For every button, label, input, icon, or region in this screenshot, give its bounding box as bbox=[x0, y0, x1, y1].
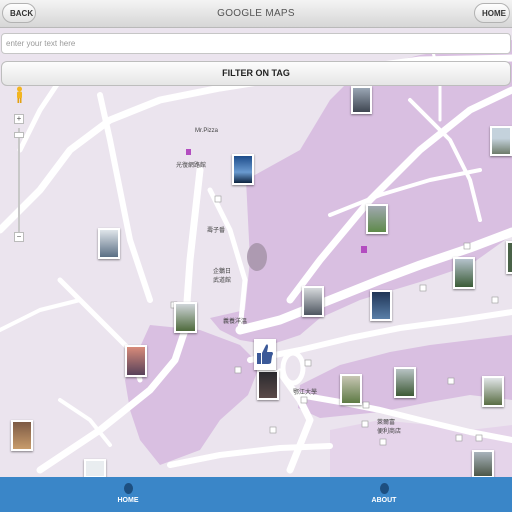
photo-marker[interactable] bbox=[302, 286, 324, 317]
photo-marker[interactable] bbox=[84, 459, 106, 478]
photo-marker[interactable] bbox=[506, 241, 512, 274]
pegman-icon[interactable] bbox=[15, 86, 24, 104]
home-tab-icon bbox=[123, 483, 133, 494]
photo-marker[interactable] bbox=[11, 420, 33, 451]
photo-marker[interactable] bbox=[490, 126, 512, 156]
tab-about[interactable]: ABOUT bbox=[354, 477, 414, 512]
photo-marker[interactable] bbox=[340, 374, 362, 405]
photo-marker[interactable] bbox=[482, 376, 504, 407]
photo-marker[interactable] bbox=[366, 204, 388, 234]
tab-about-label: ABOUT bbox=[371, 497, 397, 504]
about-tab-icon bbox=[379, 483, 389, 494]
filter-on-tag-button[interactable]: FILTER ON TAG bbox=[1, 61, 511, 86]
photo-marker[interactable] bbox=[472, 450, 494, 478]
map-label-university: 鄂江大學 bbox=[293, 390, 318, 396]
photo-marker[interactable] bbox=[125, 345, 147, 377]
map-label-school-road: 光復網路館 bbox=[176, 163, 207, 169]
home-button-label: HOME bbox=[482, 8, 506, 18]
like-marker[interactable] bbox=[254, 339, 276, 370]
map-label-sport-hall: 武道館 bbox=[213, 278, 232, 284]
photo-marker[interactable] bbox=[351, 86, 372, 114]
photo-marker[interactable] bbox=[98, 228, 120, 259]
thumbs-up-icon bbox=[257, 344, 273, 364]
zoom-in-button[interactable]: + bbox=[14, 114, 24, 124]
zoom-slider-track[interactable] bbox=[18, 128, 20, 233]
photo-marker[interactable] bbox=[232, 154, 254, 185]
photo-marker[interactable] bbox=[453, 257, 475, 289]
photo-marker[interactable] bbox=[174, 302, 197, 333]
map-label-store: 萊爾富 bbox=[377, 420, 396, 426]
zoom-out-button[interactable]: − bbox=[14, 232, 24, 242]
bottom-tab-bar: HOME ABOUT bbox=[0, 477, 512, 512]
photo-marker[interactable] bbox=[370, 290, 392, 321]
tab-home[interactable]: HOME bbox=[98, 477, 158, 512]
map-label-store-2: 便利商店 bbox=[377, 429, 402, 435]
search-input[interactable] bbox=[1, 33, 511, 54]
tab-home-label: HOME bbox=[117, 497, 139, 504]
map-label-pizza: Mr.Pizza bbox=[195, 128, 219, 134]
map-label-sport: 企鵝日 bbox=[213, 269, 232, 275]
photo-marker[interactable] bbox=[394, 367, 416, 398]
zoom-slider-handle[interactable] bbox=[14, 132, 24, 138]
home-button[interactable]: HOME bbox=[474, 3, 510, 23]
map-label-brand: 壽子番 bbox=[207, 228, 226, 234]
photo-marker[interactable] bbox=[257, 370, 279, 400]
map-label-restaurant: 義養洋溫 bbox=[223, 319, 248, 325]
page-title: GOOGLE MAPS bbox=[217, 8, 295, 19]
top-bar: BACK GOOGLE MAPS HOME bbox=[0, 0, 512, 28]
